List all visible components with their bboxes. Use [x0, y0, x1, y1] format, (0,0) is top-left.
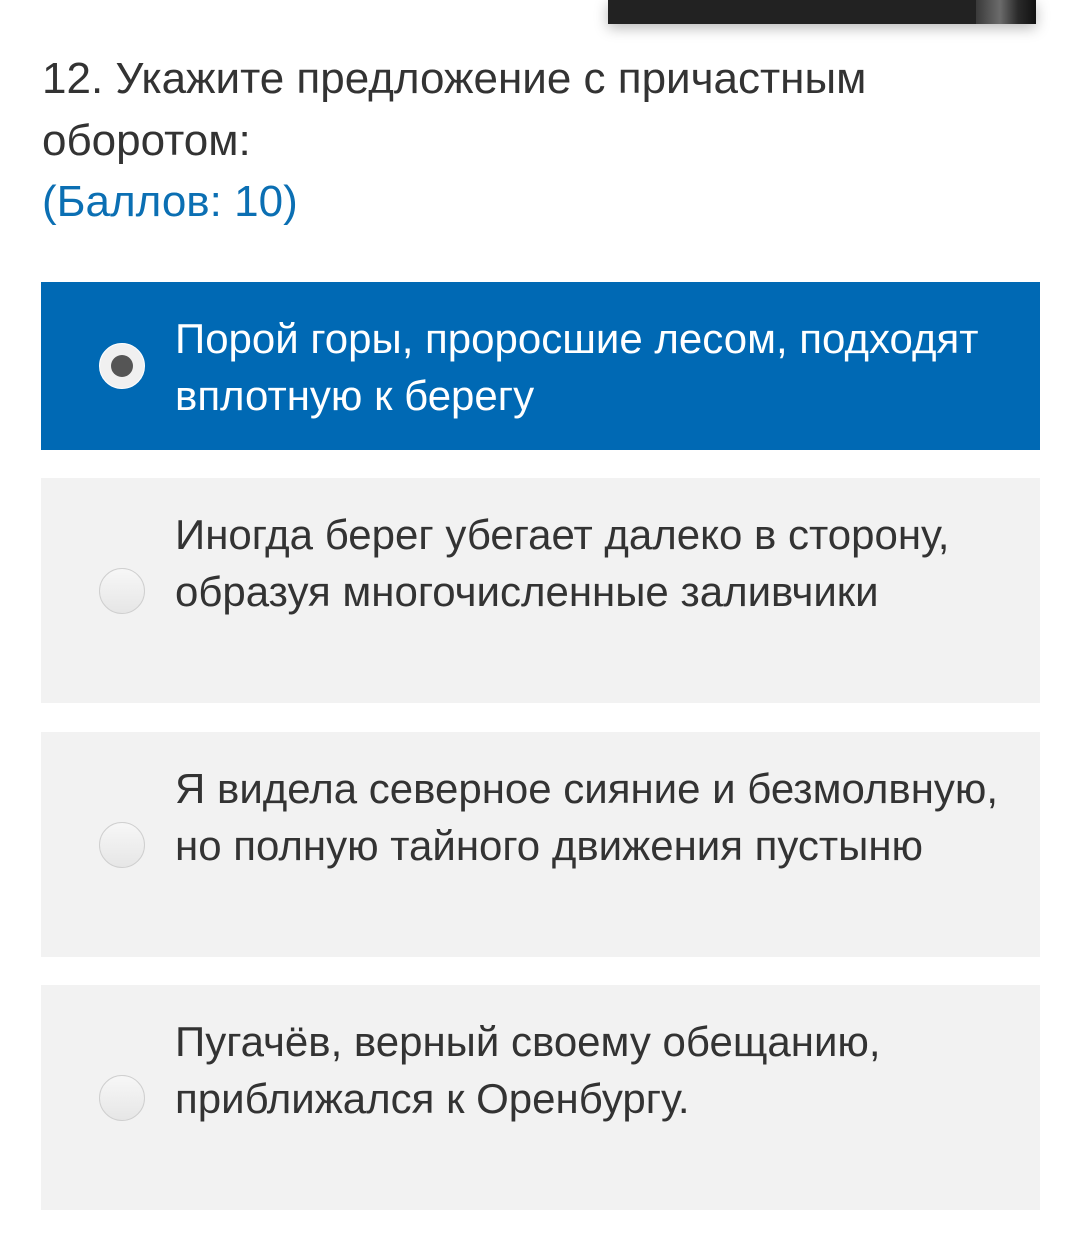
answer-option-2[interactable]: Иногда берег убегает далеко в сторону, о…	[41, 478, 1040, 703]
radio-button-selected[interactable]	[99, 343, 145, 389]
answer-option-4[interactable]: Пугачёв, верный своему обещанию, приближ…	[41, 985, 1040, 1210]
quiz-page: 12. Укажите предложение с причастным обо…	[0, 0, 1080, 1238]
radio-dot-icon	[111, 355, 133, 377]
video-preview-image	[976, 0, 1036, 24]
answer-option-3[interactable]: Я видела северное сияние и безмолвную, н…	[41, 732, 1040, 957]
radio-button[interactable]	[99, 821, 145, 868]
answer-option-label: Порой горы, проросшие лесом, подходят вп…	[175, 315, 979, 419]
answer-option-1[interactable]: Порой горы, проросшие лесом, подходят вп…	[41, 282, 1040, 450]
radio-button[interactable]	[99, 567, 145, 614]
answer-option-label: Я видела северное сияние и безмолвную, н…	[175, 765, 999, 869]
question-points: (Баллов: 10)	[42, 177, 298, 226]
radio-button[interactable]	[99, 1074, 145, 1121]
answer-option-label: Иногда берег убегает далеко в сторону, о…	[175, 511, 950, 615]
question-text: 12. Укажите предложение с причастным обо…	[42, 54, 867, 165]
video-thumbnail[interactable]	[608, 0, 1036, 24]
answer-option-label: Пугачёв, верный своему обещанию, приближ…	[175, 1018, 881, 1122]
